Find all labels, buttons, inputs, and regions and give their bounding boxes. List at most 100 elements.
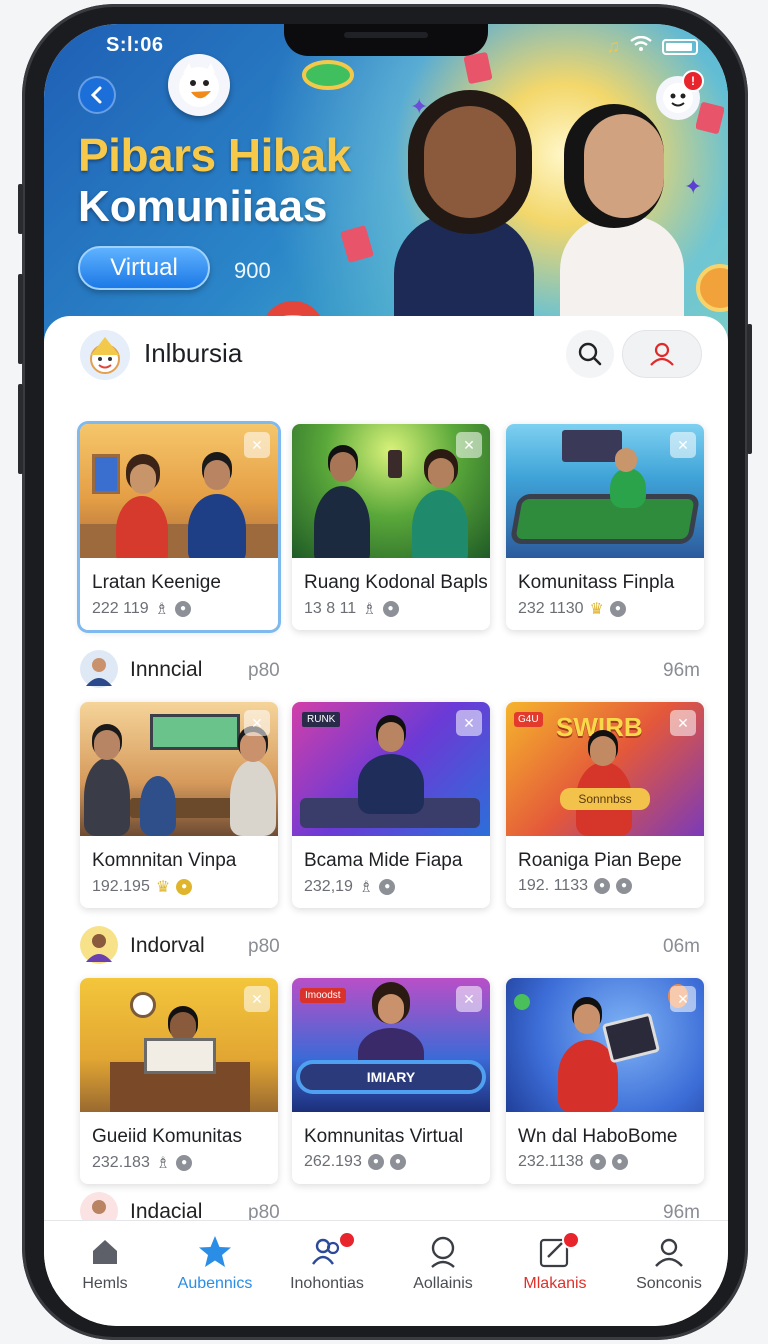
chat-icon: ● [175,601,191,617]
app-avatar[interactable] [80,330,130,380]
chat-icon: ● [609,601,626,617]
close-icon[interactable]: ✕ [244,986,270,1012]
battery-icon [662,38,698,55]
avatar [80,650,118,688]
people-icon: ♗ [358,879,374,896]
card-count: 192. 1133 [518,877,588,894]
content-panel: Inlbursia ✕ Lratan Keenige 222 119 ♗ ● ✕… [44,316,728,1230]
close-icon[interactable]: ✕ [244,710,270,736]
community-card[interactable]: RUNK ✕ Bcama Mide Fiapa 232,19 ♗ ● [292,702,490,908]
coin-icon [692,264,728,320]
card-count: 232,19 [304,878,353,895]
card-meta: 232.183 ♗ ● [92,1153,193,1173]
card-title: Ruang Kodonal Bapls [304,572,488,593]
card-count: 232.1138 [518,1153,584,1170]
card-thumbnail: ✕ [80,424,278,558]
card-meta: 192. 1133 ● ● [518,877,632,895]
close-icon[interactable]: ✕ [456,986,482,1012]
close-icon[interactable]: ✕ [456,710,482,736]
app-name: Inlbursia [144,338,243,368]
virtual-button[interactable]: Virtual [78,246,210,290]
community-card[interactable]: ✕ Gueiid Komunitas 232.183 ♗ ● [80,978,278,1184]
community-card[interactable]: G4U SWIRB Sonnnbss ✕ Roaniga Pian Bepe 1… [506,702,704,908]
card-thumbnail: Imoodst IMIARY ✕ [292,978,490,1112]
party-sub: Sonnnbss [560,788,650,810]
notification-badge: ! [682,70,704,92]
section-time: 96m [663,660,700,681]
tab-label: Inohontias [290,1275,364,1292]
music-icon: ♫ [606,36,621,56]
card-title: Bcama Mide Fiapa [304,850,463,871]
tab-favorites[interactable]: Aubennics [160,1233,270,1303]
close-icon[interactable]: ✕ [456,432,482,458]
card-count: 192.195 [92,878,150,895]
chat-icon: ● [176,1155,193,1171]
card-thumbnail: ✕ [506,978,704,1112]
card-meta: 222 119 ♗ ● [92,599,191,619]
community-card[interactable]: Imoodst IMIARY ✕ Komnunitas Virtual 262.… [292,978,490,1184]
community-card[interactable]: ✕ Ruang Kodonal Bapls 13 8 11 ♗ ● [292,424,490,630]
close-icon[interactable]: ✕ [244,432,270,458]
close-icon[interactable]: ✕ [670,986,696,1012]
people-icon: ♗ [154,601,169,618]
card-title: Wn dal HaboBome [518,1126,678,1147]
card-icon [340,224,374,270]
card-meta: 232 1130 ♛ ● [518,599,626,619]
status-time: S:l:06 [106,34,164,56]
screen: S:l:06 ♫ ! ✦ ✦ Pibars Hibak Komuniiaas V… [44,24,728,1326]
close-icon[interactable]: ✕ [670,432,696,458]
section-name: Indorval [130,934,205,957]
tab-badge [562,1231,580,1249]
back-arrow-icon [90,86,102,104]
user-icon [650,342,674,366]
community-card[interactable]: ✕ Lratan Keenige 222 119 ♗ ● [80,424,278,630]
close-icon[interactable]: ✕ [670,710,696,736]
party-tag: G4U [514,712,543,727]
card-meta: 262.193 ● ● [304,1153,406,1171]
tab-profile[interactable]: Sonconis [614,1233,724,1303]
card-thumbnail: RUNK ✕ [292,702,490,836]
sparkle-icon: ✦ [684,174,703,199]
search-icon [578,342,602,366]
tab-label: Hemls [82,1275,128,1292]
profile-icon [655,1238,683,1267]
section-sub: p80 [248,936,280,957]
card-count: 13 8 11 [304,600,357,617]
mascot-icon [168,54,230,116]
tab-label: Aollainis [413,1275,473,1292]
tab-badge [338,1231,356,1249]
card-meta: 13 8 11 ♗ ● [304,599,399,619]
section-header[interactable]: Indorval p80 06m [80,926,700,966]
card-icon [463,52,493,90]
card-title: Komnnitan Vinpa [92,850,237,871]
chat-icon: ● [367,1154,384,1170]
community-card[interactable]: ✕ Wn dal HaboBome 232.1138 ● ● [506,978,704,1184]
emoji-icon: ● [176,879,193,895]
profile-button[interactable] [622,330,702,378]
back-button[interactable] [78,76,116,114]
crown-icon: ♛ [155,879,171,896]
card-count: 222 119 [92,600,149,617]
tab-label: Mlakanis [523,1275,587,1292]
section-header[interactable]: Innncial p80 96m [80,650,700,690]
search-button[interactable] [566,330,614,378]
community-card[interactable]: ✕ Komunitass Finpla 232 1130 ♛ ● [506,424,704,630]
community-card[interactable]: ✕ Komnnitan Vinpa 192.195 ♛ ● [80,702,278,908]
section-time: 06m [663,936,700,957]
stage-sign: Imoodst [300,988,346,1003]
section-name: Innncial [130,658,203,681]
home-icon [93,1240,117,1264]
chat-icon: ● [594,878,610,894]
tab-community[interactable]: Inohontias [272,1231,382,1303]
hero-banner: S:l:06 ♫ ! ✦ ✦ Pibars Hibak Komuniiaas V… [44,24,728,365]
section-sub: p80 [248,660,280,681]
coin-icon [302,60,354,96]
tab-create[interactable]: Mlakanis [500,1231,610,1303]
neon-sign: RUNK [302,712,341,727]
hero-count: 900 [234,258,271,283]
card-thumbnail: ✕ [80,702,278,836]
tab-search[interactable]: Aollainis [388,1233,498,1303]
card-title: Roaniga Pian Bepe [518,850,682,871]
tab-home[interactable]: Hemls [50,1233,160,1303]
status-icons: ♫ [606,35,698,57]
